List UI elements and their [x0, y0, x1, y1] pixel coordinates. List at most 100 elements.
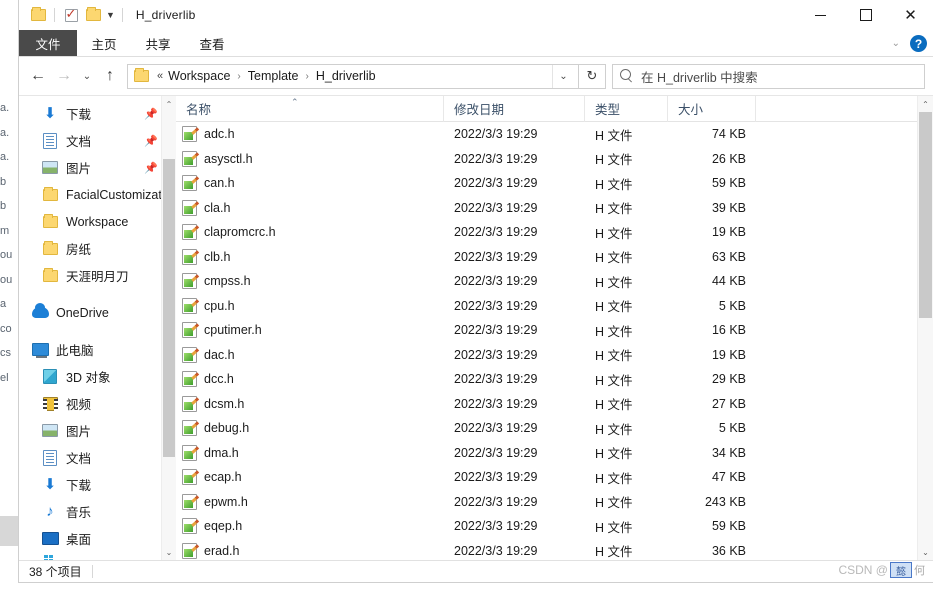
table-row[interactable]: clb.h 2022/3/3 19:29 H 文件 63 KB — [176, 245, 933, 270]
chevron-right-icon[interactable]: › — [301, 71, 314, 82]
table-row[interactable]: dcc.h 2022/3/3 19:29 H 文件 29 KB — [176, 367, 933, 392]
tab-share[interactable]: 共享 — [131, 30, 185, 56]
sidebar-item-10[interactable]: 视频 — [19, 390, 176, 417]
close-icon[interactable]: ✕ — [888, 0, 933, 30]
sidebar-item-14[interactable]: ♪ 音乐 — [19, 498, 176, 525]
column-header-blank[interactable] — [756, 96, 933, 122]
scrollbar-thumb[interactable] — [919, 112, 932, 318]
tab-view[interactable]: 查看 — [185, 30, 239, 56]
sidebar-item-6[interactable]: 天涯明月刀 — [19, 262, 176, 289]
scroll-up-icon[interactable]: ⌃ — [162, 96, 176, 112]
column-header-size[interactable]: 大小 — [668, 95, 756, 122]
file-name-cell[interactable]: erad.h — [176, 542, 444, 559]
help-button[interactable]: ? — [910, 35, 927, 52]
file-name: cla.h — [204, 200, 231, 215]
chevron-down-icon[interactable]: ⌄ — [892, 38, 900, 49]
back-icon[interactable]: ← — [25, 63, 51, 89]
file-name-cell[interactable]: can.h — [176, 175, 444, 192]
table-row[interactable]: cmpss.h 2022/3/3 19:29 H 文件 44 KB — [176, 269, 933, 294]
chevron-down-icon[interactable]: ▼ — [104, 10, 117, 20]
file-name-cell[interactable]: cmpss.h — [176, 273, 444, 290]
file-name-cell[interactable]: dcsm.h — [176, 395, 444, 412]
table-row[interactable]: cputimer.h 2022/3/3 19:29 H 文件 16 KB — [176, 318, 933, 343]
table-row[interactable]: asysctl.h 2022/3/3 19:29 H 文件 26 KB — [176, 147, 933, 172]
table-row[interactable]: can.h 2022/3/3 19:29 H 文件 59 KB — [176, 171, 933, 196]
sidebar-item-7[interactable]: OneDrive — [19, 299, 176, 326]
file-name-cell[interactable]: dcc.h — [176, 371, 444, 388]
table-row[interactable]: dma.h 2022/3/3 19:29 H 文件 34 KB — [176, 441, 933, 466]
maximize-icon[interactable] — [843, 0, 888, 30]
recent-locations-icon[interactable]: ⌄ — [77, 63, 97, 89]
column-header-type[interactable]: 类型 — [585, 95, 668, 122]
file-name-cell[interactable]: cputimer.h — [176, 322, 444, 339]
sidebar-item-13[interactable]: ⬇ 下载 — [19, 471, 176, 498]
tab-home[interactable]: 主页 — [77, 30, 131, 56]
sidebar-item-9[interactable]: 3D 对象 — [19, 363, 176, 390]
navigation-scrollbar[interactable]: ⌃ ⌄ — [161, 96, 176, 560]
refresh-icon[interactable]: ↻ — [579, 63, 606, 89]
table-row[interactable]: dac.h 2022/3/3 19:29 H 文件 19 KB — [176, 343, 933, 368]
file-name-cell[interactable]: clapromcrc.h — [176, 224, 444, 241]
scrollbar-thumb[interactable] — [163, 159, 175, 457]
minimize-icon[interactable] — [798, 0, 843, 30]
breadcrumb[interactable]: « Workspace › Template › H_driverlib ⌄ — [127, 63, 579, 89]
sidebar-item-12[interactable]: 文档 — [19, 444, 176, 471]
chevron-right-icon[interactable]: › — [232, 71, 245, 82]
forward-icon[interactable]: → — [51, 63, 77, 89]
file-list-scrollbar[interactable]: ⌃ ⌄ — [917, 96, 933, 560]
pin-icon[interactable]: 📌 — [144, 161, 158, 174]
table-row[interactable]: debug.h 2022/3/3 19:29 H 文件 5 KB — [176, 416, 933, 441]
sidebar-item-0[interactable]: ⬇ 下载 📌 — [19, 100, 176, 127]
sidebar-item-5[interactable]: 房纸 — [19, 235, 176, 262]
tab-file[interactable]: 文件 — [19, 30, 77, 56]
table-row[interactable]: cla.h 2022/3/3 19:29 H 文件 39 KB — [176, 196, 933, 221]
pin-icon[interactable]: 📌 — [144, 134, 158, 147]
file-name-cell[interactable]: epwm.h — [176, 493, 444, 510]
file-name-cell[interactable]: asysctl.h — [176, 150, 444, 167]
sidebar-item-15[interactable]: 桌面 — [19, 525, 176, 552]
sidebar-item-11[interactable]: 图片 — [19, 417, 176, 444]
file-name-cell[interactable]: cla.h — [176, 199, 444, 216]
column-header-date[interactable]: 修改日期 — [444, 95, 585, 122]
sidebar-item-2[interactable]: 图片 📌 — [19, 154, 176, 181]
table-row[interactable]: eqep.h 2022/3/3 19:29 H 文件 59 KB — [176, 514, 933, 539]
file-name-cell[interactable]: dma.h — [176, 444, 444, 461]
up-icon[interactable]: ↑ — [97, 63, 123, 89]
file-name-cell[interactable]: dac.h — [176, 346, 444, 363]
sidebar-item-3[interactable]: FacialCustomization — [19, 181, 176, 208]
scroll-down-icon[interactable]: ⌄ — [918, 544, 933, 560]
breadcrumb-item-template[interactable]: Template — [246, 69, 301, 83]
breadcrumb-overflow[interactable]: « — [154, 70, 166, 82]
pin-icon[interactable]: 📌 — [144, 107, 158, 120]
scroll-down-icon[interactable]: ⌄ — [162, 544, 176, 560]
file-name-cell[interactable]: adc.h — [176, 126, 444, 143]
scroll-up-icon[interactable]: ⌃ — [918, 96, 933, 112]
search-input[interactable]: 在 H_driverlib 中搜索 — [612, 63, 925, 89]
column-header-name[interactable]: 名称 ⌃ — [176, 95, 444, 122]
chevron-down-icon[interactable]: ⌄ — [552, 64, 574, 88]
table-row[interactable]: ecap.h 2022/3/3 19:29 H 文件 47 KB — [176, 465, 933, 490]
table-row[interactable]: epwm.h 2022/3/3 19:29 H 文件 243 KB — [176, 490, 933, 515]
new-folder-icon[interactable] — [82, 4, 104, 26]
table-row[interactable]: cpu.h 2022/3/3 19:29 H 文件 5 KB — [176, 294, 933, 319]
file-name-cell[interactable]: ecap.h — [176, 469, 444, 486]
file-name-cell[interactable]: cpu.h — [176, 297, 444, 314]
table-row[interactable]: erad.h 2022/3/3 19:29 H 文件 36 KB — [176, 539, 933, 561]
sidebar-item-16[interactable]: 本地磁盘 (C:) — [19, 552, 176, 560]
file-name-cell[interactable]: clb.h — [176, 248, 444, 265]
sidebar-item-4[interactable]: Workspace — [19, 208, 176, 235]
ribbon-controls: ⌄ ? — [892, 30, 927, 57]
breadcrumb-item-workspace[interactable]: Workspace — [166, 69, 232, 83]
file-name-cell[interactable]: eqep.h — [176, 518, 444, 535]
table-row[interactable]: adc.h 2022/3/3 19:29 H 文件 74 KB — [176, 122, 933, 147]
sidebar-item-8[interactable]: 此电脑 — [19, 336, 176, 363]
table-row[interactable]: clapromcrc.h 2022/3/3 19:29 H 文件 19 KB — [176, 220, 933, 245]
folder-icon[interactable] — [27, 4, 49, 26]
breadcrumb-item-hdriverlib[interactable]: H_driverlib — [314, 69, 378, 83]
file-name-cell[interactable]: debug.h — [176, 420, 444, 437]
h-file-icon — [182, 126, 197, 143]
sidebar-item-1[interactable]: 文档 📌 — [19, 127, 176, 154]
h-file-icon — [182, 542, 197, 559]
table-row[interactable]: dcsm.h 2022/3/3 19:29 H 文件 27 KB — [176, 392, 933, 417]
checkbox-checked-icon[interactable] — [60, 4, 82, 26]
